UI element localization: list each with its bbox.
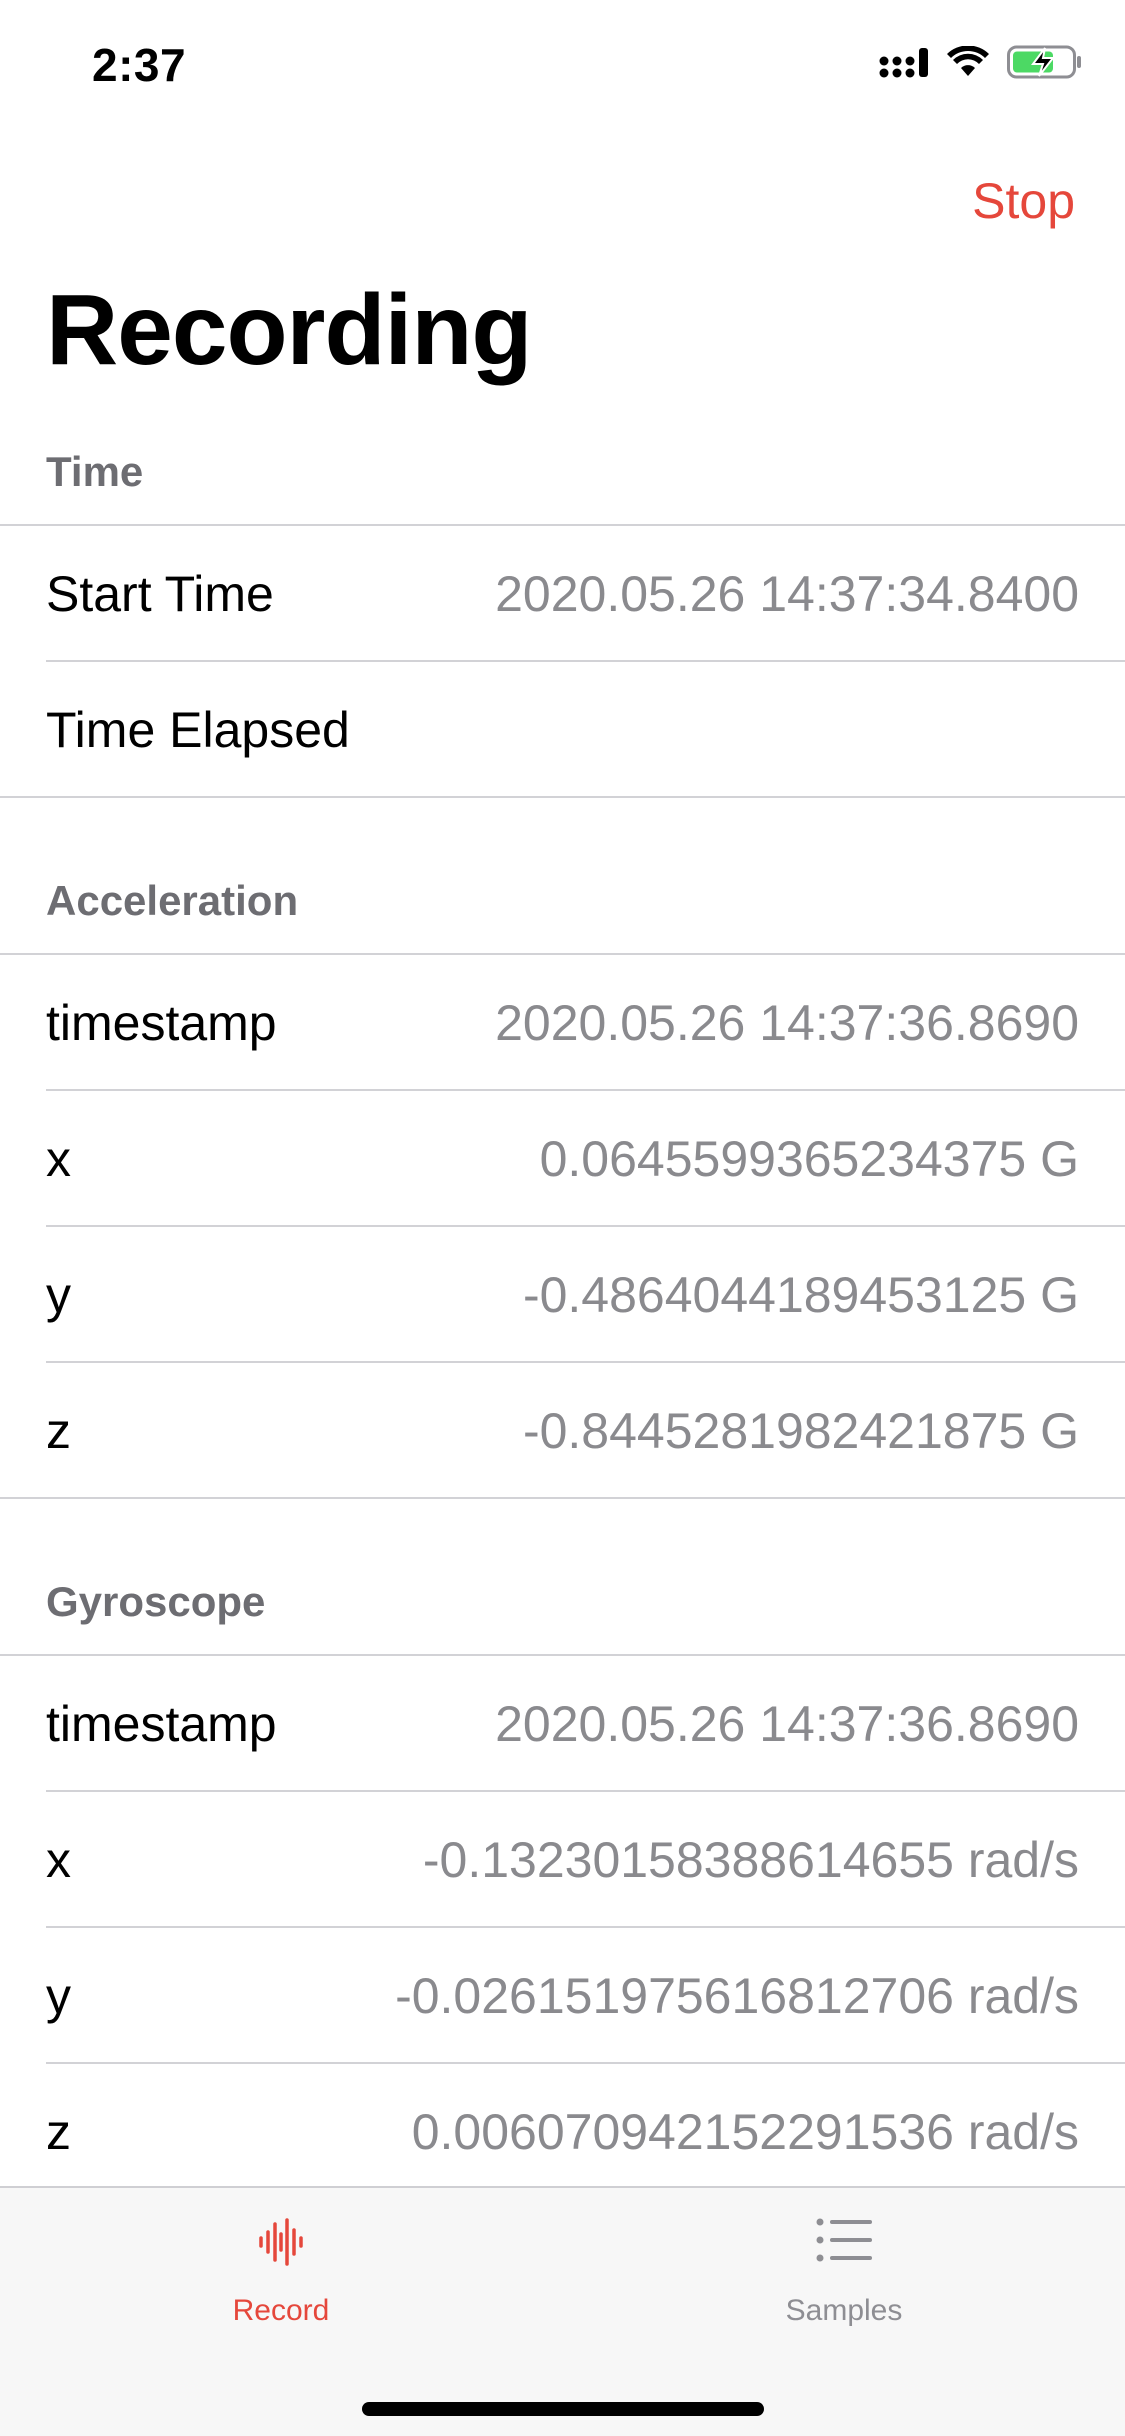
row-value: 2020.05.26 14:37:36.8690: [495, 1696, 1079, 1752]
section-header-gyroscope: Gyroscope: [46, 1578, 266, 1625]
row-label: x: [46, 1832, 71, 1888]
stop-button[interactable]: Stop: [972, 172, 1075, 230]
row-gyroscope-z[interactable]: z 0.006070942152291536 rad/s: [0, 2064, 1125, 2200]
row-gyroscope-x[interactable]: x -0.13230158388614655 rad/s: [0, 1792, 1125, 1928]
row-value: 2020.05.26 14:37:34.8400: [495, 566, 1079, 622]
status-icons: [879, 44, 1083, 85]
battery-charging-icon: [1007, 44, 1083, 85]
row-acceleration-timestamp[interactable]: timestamp 2020.05.26 14:37:36.8690: [0, 955, 1125, 1091]
row-value: 0.0645599365234375 G: [539, 1131, 1079, 1187]
row-value: -0.8445281982421875 G: [522, 1403, 1079, 1459]
separator: [0, 796, 1125, 798]
row-value: 0.006070942152291536 rad/s: [411, 2104, 1079, 2160]
tab-label: Record: [232, 2294, 330, 2327]
row-label: y: [46, 1267, 71, 1323]
row-value: -0.4864044189453125 G: [522, 1267, 1079, 1323]
cellular-signal-icon: [879, 46, 929, 83]
tab-samples[interactable]: Samples: [694, 2188, 994, 2338]
row-gyroscope-y[interactable]: y -0.026151975616812706 rad/s: [0, 1928, 1125, 2064]
page-title: Recording: [46, 274, 532, 386]
status-bar: 2:37: [0, 0, 1125, 132]
row-acceleration-y[interactable]: y -0.4864044189453125 G: [0, 1227, 1125, 1363]
row-acceleration-x[interactable]: x 0.0645599365234375 G: [0, 1091, 1125, 1227]
row-time-elapsed[interactable]: Time Elapsed: [0, 662, 1125, 798]
row-value: 2020.05.26 14:37:36.8690: [495, 995, 1079, 1051]
row-value: -0.13230158388614655 rad/s: [422, 1832, 1079, 1888]
row-label: z: [46, 1403, 71, 1459]
tab-record[interactable]: Record: [131, 2188, 431, 2338]
wifi-icon: [947, 45, 989, 83]
section-header-acceleration: Acceleration: [46, 877, 299, 924]
waveform-icon: [259, 2218, 303, 2271]
row-label: timestamp: [46, 1696, 277, 1752]
section-header-time: Time: [46, 448, 144, 495]
row-label: y: [46, 1968, 71, 2024]
separator: [0, 1497, 1125, 1499]
status-time: 2:37: [92, 39, 187, 91]
row-gyroscope-timestamp[interactable]: timestamp 2020.05.26 14:37:36.8690: [0, 1656, 1125, 1792]
row-label: timestamp: [46, 995, 277, 1051]
tab-bar: Record Samples: [0, 2186, 1125, 2436]
row-start-time[interactable]: Start Time 2020.05.26 14:37:34.8400: [0, 526, 1125, 662]
row-label: z: [46, 2104, 71, 2160]
list-icon: [816, 2218, 872, 2267]
row-value: -0.026151975616812706 rad/s: [395, 1968, 1079, 2024]
row-label: x: [46, 1131, 71, 1187]
tab-label: Samples: [785, 2294, 903, 2327]
row-acceleration-z[interactable]: z -0.8445281982421875 G: [0, 1363, 1125, 1499]
row-label: Start Time: [46, 566, 274, 622]
row-label: Time Elapsed: [46, 702, 350, 758]
home-indicator[interactable]: [362, 2402, 764, 2416]
